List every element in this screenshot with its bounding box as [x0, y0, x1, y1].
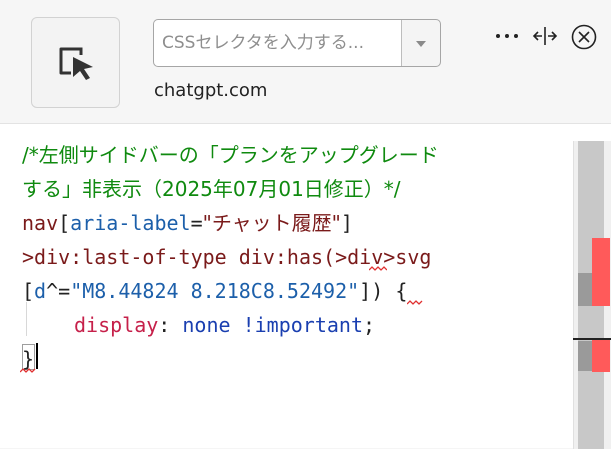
- selector-dropdown-button[interactable]: [401, 19, 441, 67]
- toolbar: chatgpt.com: [0, 0, 611, 123]
- bracket-close: ]: [340, 211, 353, 235]
- attribute-name: d: [34, 279, 47, 303]
- code-line-3: nav[aria-label="チャット履歴"]: [22, 206, 353, 240]
- selector-tag: nav: [22, 211, 59, 235]
- text-cursor: [36, 343, 38, 369]
- code-line-2: する」非表示（2025年07月01日修正）*/: [22, 177, 401, 201]
- css-editor[interactable]: /*左側サイドバーの「プランをアップグレード する」非表示（2025年07月01…: [0, 123, 611, 449]
- selector-part-a: >div:last-of-type div:has(: [22, 245, 336, 269]
- overview-ruler-cursor-line: [573, 338, 611, 340]
- paren-close: ): [371, 279, 384, 303]
- property-value: none !important: [182, 313, 364, 337]
- attribute-name: aria-label: [70, 211, 191, 235]
- close-circle-icon[interactable]: [571, 24, 597, 50]
- error-squiggle: [20, 368, 36, 373]
- resize-horizontal-icon[interactable]: [532, 25, 558, 47]
- selector-input[interactable]: [153, 19, 401, 67]
- semicolon: ;: [363, 313, 376, 337]
- overview-ruler-error-mark: [592, 238, 610, 306]
- error-squiggle: [407, 300, 423, 305]
- overview-ruler-mark: [578, 273, 592, 306]
- overview-ruler-error-mark: [592, 338, 610, 372]
- operator: ^=: [46, 279, 71, 303]
- brace-open: {: [395, 279, 408, 303]
- bracket-open: [: [58, 211, 71, 235]
- colon: :: [158, 313, 171, 337]
- code-line-6: display: none !important;: [74, 308, 375, 342]
- vertical-scrollbar[interactable]: [573, 141, 611, 449]
- overview-ruler-mark: [578, 341, 592, 371]
- property-name: display: [74, 313, 159, 337]
- code-line-5: [d^="M8.44824 8.218C8.52492"]) {: [22, 274, 407, 308]
- code-line-1: /*左側サイドバーの「プランをアップグレード: [22, 143, 439, 167]
- more-icon[interactable]: [496, 26, 520, 46]
- equals: =: [190, 211, 203, 235]
- bracket-close: ]: [359, 279, 372, 303]
- indent-guide: [26, 302, 27, 336]
- bracket-open: [: [22, 279, 35, 303]
- attribute-value: "M8.44824 8.218C8.52492": [70, 279, 360, 303]
- element-picker-button[interactable]: [31, 17, 120, 108]
- attribute-value: "チャット履歴": [202, 211, 341, 235]
- error-squiggle: [369, 266, 387, 271]
- domain-label: chatgpt.com: [154, 80, 268, 101]
- selector-combo: [153, 19, 441, 67]
- element-picker-icon: [59, 47, 93, 80]
- chevron-down-icon: [416, 41, 426, 47]
